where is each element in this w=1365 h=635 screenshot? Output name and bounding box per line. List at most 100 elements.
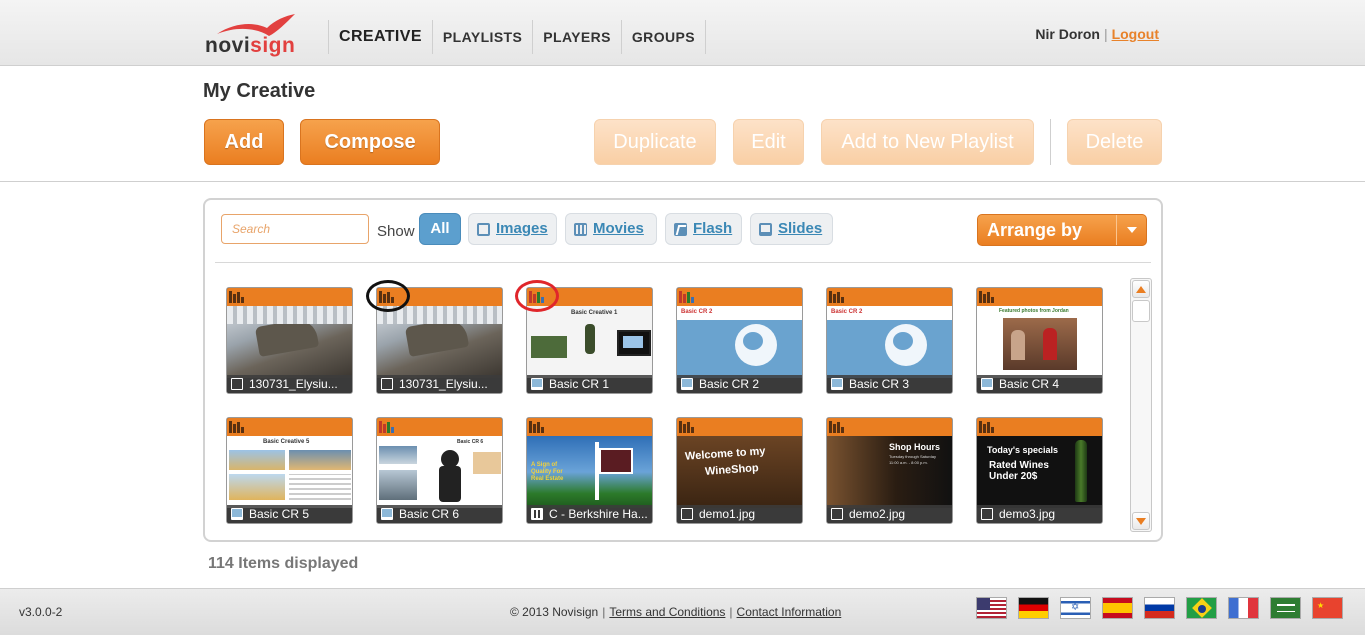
slide-icon xyxy=(531,378,543,390)
tile-thumbnail xyxy=(377,306,502,378)
user-box: Nir Doron | Logout xyxy=(1035,26,1159,42)
image-icon xyxy=(831,508,843,520)
filter-flash-label: Flash xyxy=(693,220,733,237)
delete-button[interactable]: Delete xyxy=(1067,119,1162,165)
tile-name: Basic CR 3 xyxy=(849,377,910,391)
filter-slides-button[interactable]: Slides xyxy=(750,213,833,245)
tile-thumbnail: Basic CR 2 xyxy=(827,306,952,378)
tile-name: Basic CR 5 xyxy=(249,507,310,521)
annotation-ring-red xyxy=(515,280,559,312)
add-button[interactable]: Add xyxy=(204,119,284,165)
user-name: Nir Doron xyxy=(1035,26,1100,42)
stats-chart-icon[interactable] xyxy=(979,420,997,433)
search-input[interactable] xyxy=(221,214,369,244)
image-icon xyxy=(381,378,393,390)
nav-creative[interactable]: CREATIVE xyxy=(328,20,432,54)
filter-slides-label: Slides xyxy=(778,220,823,237)
show-label: Show xyxy=(377,223,415,240)
stats-chart-icon[interactable] xyxy=(679,420,697,433)
tile-thumbnail: A Sign of Quality For Real Estate xyxy=(527,436,652,508)
scroll-down-icon[interactable] xyxy=(1132,512,1150,530)
chevron-down-icon[interactable] xyxy=(1116,215,1146,245)
page-title: My Creative xyxy=(203,80,316,102)
section-divider xyxy=(0,181,1365,182)
creative-tile[interactable]: Basic Creative 5 Basic CR 5 xyxy=(226,417,353,524)
arrange-by-dropdown[interactable]: Arrange by xyxy=(977,214,1147,246)
slide-icon xyxy=(681,378,693,390)
creative-tile[interactable]: Today's specials Rated Wines Under 20$ demo… xyxy=(976,417,1103,524)
tile-thumbnail: Basic CR 2 xyxy=(677,306,802,378)
tile-thumbnail: Basic CR 6 xyxy=(377,436,502,508)
nav-players[interactable]: PLAYERS xyxy=(532,20,621,54)
flag-cn-icon[interactable]: ★ xyxy=(1312,597,1343,619)
filter-all-button[interactable]: All xyxy=(419,213,461,245)
creative-tile[interactable]: Featured photos from Jordan Basic CR 4 xyxy=(976,287,1103,394)
page-footer: v3.0.0-2 © 2013 Novisign | Terms and Condi… xyxy=(0,588,1365,635)
creative-tile[interactable]: Basic CR 2 Basic CR 3 xyxy=(826,287,953,394)
top-header: novisign CREATIVE PLAYLISTS PLAYERS GROU… xyxy=(0,0,1365,66)
tile-header xyxy=(827,418,952,436)
main-nav: CREATIVE PLAYLISTS PLAYERS GROUPS xyxy=(328,20,706,54)
logout-link[interactable]: Logout xyxy=(1112,26,1159,42)
creative-tile[interactable]: 130731_Elysiu... xyxy=(226,287,353,394)
tile-header xyxy=(677,288,802,306)
stats-chart-icon[interactable] xyxy=(529,420,547,433)
flag-es-icon[interactable] xyxy=(1102,597,1133,619)
image-icon xyxy=(477,222,490,236)
edit-button[interactable]: Edit xyxy=(733,119,804,165)
stats-chart-icon[interactable] xyxy=(229,420,247,433)
creative-tile[interactable]: Shop Hours Tuesday through Saturday 11:00 … xyxy=(826,417,953,524)
tile-caption: Basic CR 3 xyxy=(827,375,952,393)
terms-link[interactable]: Terms and Conditions xyxy=(609,605,725,619)
stats-chart-icon[interactable] xyxy=(829,290,847,303)
app-version: v3.0.0-2 xyxy=(19,605,63,619)
filter-images-label: Images xyxy=(496,220,548,237)
tile-header xyxy=(527,418,652,436)
flag-ru-icon[interactable] xyxy=(1144,597,1175,619)
scroll-thumb[interactable] xyxy=(1132,300,1150,322)
creative-tile[interactable]: Welcome to my WineShop demo1.jpg xyxy=(676,417,803,524)
nav-groups[interactable]: GROUPS xyxy=(620,20,706,54)
tile-caption: demo2.jpg xyxy=(827,505,952,523)
grid-scrollbar[interactable] xyxy=(1130,278,1152,532)
flag-fr-icon[interactable] xyxy=(1228,597,1259,619)
tile-name: demo3.jpg xyxy=(999,507,1056,521)
image-icon xyxy=(981,508,993,520)
tile-caption: Basic CR 6 xyxy=(377,505,502,523)
tile-caption: Basic CR 1 xyxy=(527,375,652,393)
duplicate-button[interactable]: Duplicate xyxy=(594,119,716,165)
filter-flash-button[interactable]: Flash xyxy=(665,213,742,245)
stats-chart-icon[interactable] xyxy=(979,290,997,303)
flash-icon xyxy=(674,222,687,236)
add-to-new-playlist-button[interactable]: Add to New Playlist xyxy=(821,119,1034,165)
flag-br-icon[interactable] xyxy=(1186,597,1217,619)
stats-chart-icon[interactable] xyxy=(379,420,397,433)
tile-thumbnail xyxy=(227,306,352,378)
novisign-logo[interactable]: novisign xyxy=(205,14,305,57)
compose-button[interactable]: Compose xyxy=(300,119,440,165)
creative-tile[interactable]: Basic CR 6 Basic CR 6 xyxy=(376,417,503,524)
creative-tile[interactable]: A Sign of Quality For Real Estate C - Ber… xyxy=(526,417,653,524)
filter-images-button[interactable]: Images xyxy=(468,213,557,245)
slide-icon xyxy=(231,508,243,520)
contact-link[interactable]: Contact Information xyxy=(737,605,842,619)
items-count: 114 Items displayed xyxy=(208,555,359,572)
scroll-up-icon[interactable] xyxy=(1132,280,1150,298)
flag-il-icon[interactable]: ✡ xyxy=(1060,597,1091,619)
tile-thumbnail: Basic Creative 5 xyxy=(227,436,352,508)
stats-chart-icon[interactable] xyxy=(679,290,697,303)
flag-de-icon[interactable] xyxy=(1018,597,1049,619)
nav-playlists[interactable]: PLAYLISTS xyxy=(431,20,532,54)
user-separator: | xyxy=(1103,26,1108,42)
annotation-ring-black xyxy=(366,280,410,312)
logo-text: novisign xyxy=(205,34,296,57)
flag-sa-icon[interactable] xyxy=(1270,597,1301,619)
filter-movies-button[interactable]: Movies xyxy=(565,213,657,245)
stats-chart-icon[interactable] xyxy=(229,290,247,303)
stats-chart-icon[interactable] xyxy=(829,420,847,433)
slide-icon xyxy=(831,378,843,390)
flag-us-icon[interactable] xyxy=(976,597,1007,619)
tile-name: demo1.jpg xyxy=(699,507,756,521)
creative-tile[interactable]: Basic CR 2 Basic CR 2 xyxy=(676,287,803,394)
tile-thumbnail: Welcome to my WineShop xyxy=(677,436,802,508)
